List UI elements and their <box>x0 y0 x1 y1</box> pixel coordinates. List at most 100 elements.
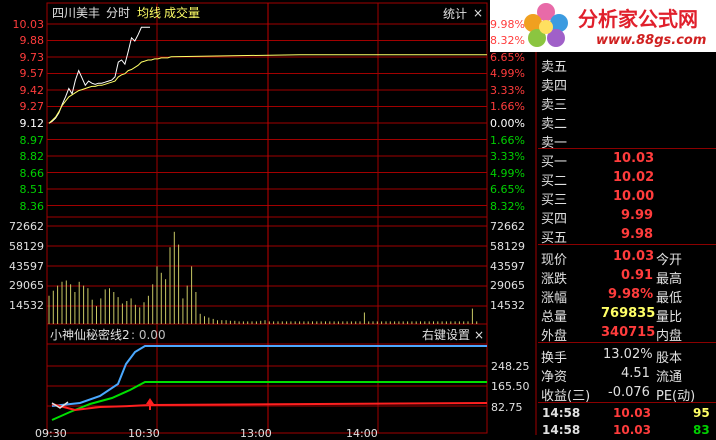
volume-tick: 14532 <box>9 299 44 312</box>
sell-label: 卖三 <box>541 98 568 113</box>
close-icon[interactable]: × <box>473 7 483 19</box>
volume-tick: 43597 <box>9 260 44 273</box>
buy-price: 9.98 <box>621 227 654 242</box>
quote-label: 换手 <box>541 351 568 366</box>
tick-time: 14:58 <box>542 406 581 420</box>
indicator-tick: 82.75 <box>491 401 523 414</box>
volume-label: 成交量 <box>164 6 201 20</box>
price-line <box>48 26 150 124</box>
quote-label: 净资 <box>541 370 568 385</box>
sell-label: 卖二 <box>541 117 568 132</box>
divider <box>538 148 716 149</box>
quote-label: 流通 <box>656 370 683 385</box>
percent-tick: 6.65% <box>490 183 525 196</box>
buy-price: 9.99 <box>621 208 654 223</box>
volume-tick: 72662 <box>490 220 525 233</box>
volume-tick: 58129 <box>9 240 44 253</box>
quote-value: -0.076 <box>608 385 650 400</box>
indicator-params: : 0.00 <box>131 328 166 342</box>
logo-brand: 分析家公式网 <box>578 7 698 31</box>
stats-button[interactable]: 统计 <box>443 8 467 20</box>
quote-label: 量比 <box>656 310 683 325</box>
percent-tick: 0.00% <box>490 117 525 130</box>
percent-tick: 3.33% <box>490 84 525 97</box>
price-tick: 9.73 <box>19 51 45 64</box>
time-tick: 09:30 <box>35 427 67 440</box>
price-tick: 8.82 <box>19 150 45 163</box>
percent-tick: 3.33% <box>490 150 525 163</box>
price-tick: 8.97 <box>19 134 45 147</box>
price-tick: 9.12 <box>19 117 45 130</box>
quote-value: 340715 <box>601 325 656 340</box>
divider <box>538 342 716 343</box>
volume-tick: 29065 <box>9 279 44 292</box>
percent-tick: 4.99% <box>490 67 525 80</box>
quote-label: 涨幅 <box>541 291 568 306</box>
price-tick: 10.03 <box>12 18 45 31</box>
percent-tick: 4.99% <box>490 167 525 180</box>
percent-tick: 8.32% <box>490 200 525 213</box>
settings-button[interactable]: 右键设置 <box>422 329 470 341</box>
logo-url: www.88gs.com <box>596 33 707 48</box>
quote-value: 4.51 <box>621 366 650 381</box>
buy-price: 10.03 <box>613 151 655 166</box>
indicator-tick: 248.25 <box>491 360 530 373</box>
tick-price: 10.03 <box>613 406 651 420</box>
buy-price: 10.00 <box>613 189 655 204</box>
quote-label: 涨跌 <box>541 272 568 287</box>
up-arrow-icon <box>146 398 154 410</box>
quote-label: 最低 <box>656 291 683 306</box>
percent-tick: 1.66% <box>490 100 525 113</box>
volume-tick: 29065 <box>490 279 525 292</box>
buy-label: 买三 <box>541 193 568 208</box>
price-tick: 8.66 <box>19 167 45 180</box>
percent-tick: 8.32% <box>490 34 525 47</box>
quote-value: 13.02% <box>603 347 653 362</box>
time-tick: 10:30 <box>128 427 160 440</box>
flower-icon <box>524 3 568 47</box>
price-tick: 8.51 <box>19 183 45 196</box>
tick-volume: 95 <box>693 406 710 420</box>
volume-tick: 58129 <box>490 240 525 253</box>
volume-tick: 72662 <box>9 220 44 233</box>
quote-value: 0.91 <box>621 268 654 283</box>
indicator-line-blue <box>51 345 487 407</box>
percent-tick: 9.98% <box>490 18 525 31</box>
intraday-chart[interactable] <box>0 0 716 435</box>
quote-value: 10.03 <box>613 249 655 264</box>
indicator-line-green <box>51 381 487 421</box>
avg-line-label: 均线 <box>137 6 162 20</box>
buy-label: 买一 <box>541 155 568 170</box>
quote-value: 9.98% <box>608 287 654 302</box>
price-tick: 9.27 <box>19 100 45 113</box>
quote-value: 769835 <box>601 306 656 321</box>
divider <box>538 244 716 245</box>
price-tick: 9.42 <box>19 84 45 97</box>
indicator-tick: 165.50 <box>491 380 530 393</box>
chart-frame <box>46 2 488 434</box>
buy-label: 买二 <box>541 174 568 189</box>
quote-label: 今开 <box>656 253 683 268</box>
mode-label: 分时 <box>106 6 131 20</box>
stock-name: 四川美丰 <box>52 6 101 20</box>
sell-label: 卖五 <box>541 60 568 75</box>
price-tick: 9.57 <box>19 67 45 80</box>
buy-label: 买四 <box>541 212 568 227</box>
sell-label: 卖四 <box>541 79 568 94</box>
quote-label: 股本 <box>656 351 683 366</box>
volume-tick: 43597 <box>490 260 525 273</box>
indicator-close-icon[interactable]: × <box>474 329 484 341</box>
indicator-title: 小神仙秘密线2 <box>50 328 130 342</box>
price-tick: 8.36 <box>19 200 45 213</box>
percent-tick: 6.65% <box>490 51 525 64</box>
volume-tick: 14532 <box>490 299 525 312</box>
divider <box>538 402 716 403</box>
quote-label: 现价 <box>541 253 568 268</box>
percent-tick: 1.66% <box>490 134 525 147</box>
price-tick: 9.88 <box>19 34 45 47</box>
buy-price: 10.02 <box>613 170 655 185</box>
time-tick: 14:00 <box>346 427 378 440</box>
quote-label: 最高 <box>656 272 683 287</box>
time-tick: 13:00 <box>240 427 272 440</box>
quote-label: 总量 <box>541 310 568 325</box>
